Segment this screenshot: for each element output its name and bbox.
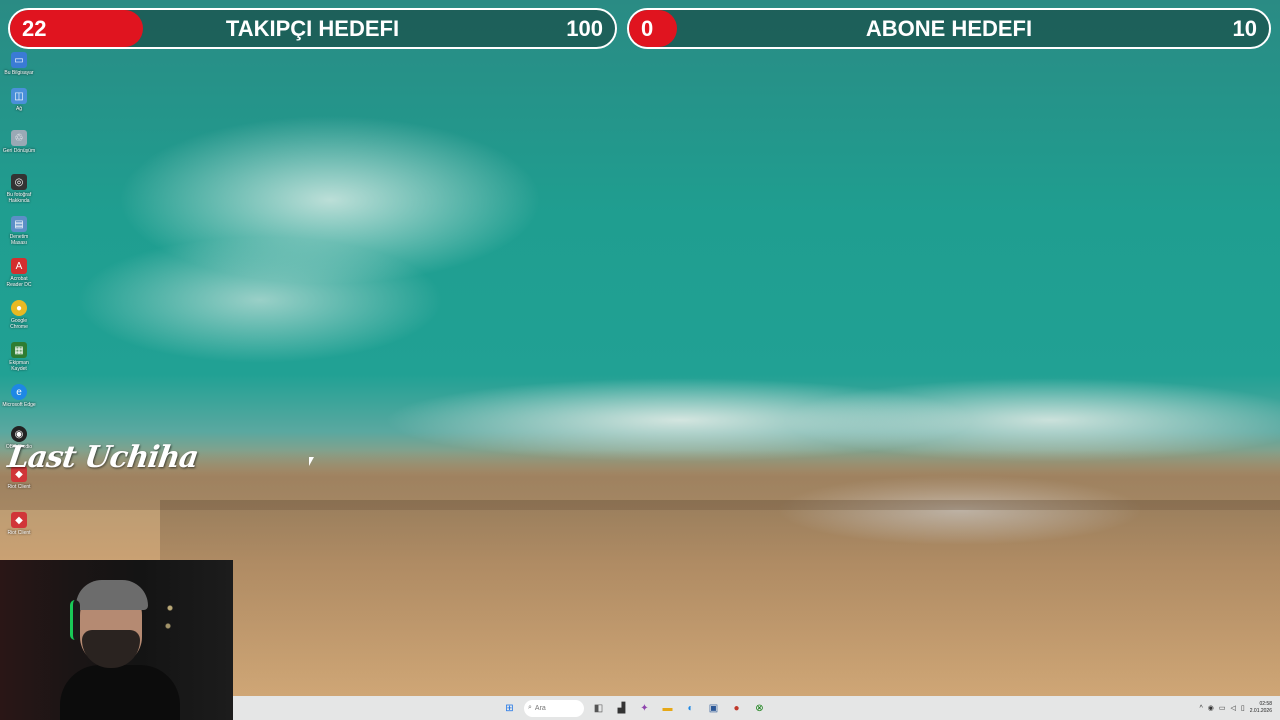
desktop-icon-acrobat[interactable]: A Acrobat Reader DC [2, 258, 36, 298]
chevron-up-icon[interactable]: ^ [1199, 705, 1202, 712]
mouse-cursor [309, 457, 314, 466]
explorer-icon[interactable]: ▬ [659, 700, 676, 717]
search-icon: ⌕ [528, 704, 532, 711]
desktop-icon-chrome[interactable]: ● Google Chrome [2, 300, 36, 340]
subscriber-goal-target: 10 [1232, 16, 1257, 41]
desktop-icon-recycle-bin[interactable]: ♲ Geri Dönüşüm [2, 130, 36, 170]
desktop-icon-label: Denetim Masası [9, 234, 29, 246]
camera-icon: ◎ [11, 174, 27, 190]
subscriber-goal-title: ABONE HEDEFI [865, 16, 1033, 41]
taskbar-search[interactable]: ⌕ Ara [524, 699, 584, 717]
desktop-icon-label: Ekipman Kaydet [9, 360, 29, 372]
headset-icon [70, 600, 80, 640]
desktop-icon-label: Microsoft Edge [2, 402, 36, 408]
tray-app-icon[interactable]: ◉ [1208, 704, 1214, 712]
follower-goal-title: TAKIPÇI HEDEFI [225, 16, 400, 41]
network-status-icon[interactable]: ▭ [1219, 704, 1226, 712]
desktop-icon-edge[interactable]: e Microsoft Edge [2, 384, 36, 424]
edge-icon: e [11, 384, 27, 400]
store-icon[interactable]: ▣ [705, 700, 722, 717]
chrome-icon: ● [11, 300, 27, 316]
wallpaper-shadow [160, 500, 1280, 700]
desktop-icon-label: Riot Client [7, 530, 31, 536]
desktop-icon-this-pc[interactable]: ▭ Bu Bilgisayar [2, 52, 36, 92]
desktop-icon-photo[interactable]: ◎ Bu fotoğraf Hakkında [2, 174, 36, 214]
desktop-icon-label: Ağ [15, 106, 23, 112]
acrobat-icon: A [11, 258, 27, 274]
files-icon[interactable]: ▟ [613, 700, 630, 717]
streamer-watermark: Last Uchiha [5, 440, 201, 475]
desktop-icon-riot-2[interactable]: ◆ Riot Client [2, 512, 36, 552]
streamer-cap [76, 580, 148, 610]
subscriber-goal-bar: 0 ABONE HEDEFI 10 [627, 8, 1271, 49]
copilot-icon[interactable]: ✦ [636, 700, 653, 717]
game-icon[interactable]: ● [728, 700, 745, 717]
computer-icon: ▭ [11, 52, 27, 68]
app-icon: ▦ [11, 342, 27, 358]
network-icon: ◫ [11, 88, 27, 104]
desktop-icon-label: Geri Dönüşüm [2, 148, 36, 154]
control-panel-icon: ▤ [11, 216, 27, 232]
desktop-icon-label: Acrobat Reader DC [6, 276, 32, 288]
streamer-body [60, 665, 180, 720]
desktop-icon-app[interactable]: ▦ Ekipman Kaydet [2, 342, 36, 382]
search-placeholder: Ara [534, 704, 546, 712]
battery-icon[interactable]: ▯ [1241, 704, 1245, 712]
fairy-lights [160, 590, 180, 650]
desktop-icon-label: Bu Bilgisayar [4, 70, 34, 76]
system-tray: ^ ◉ ▭ ◁ ▯ 02:58 2.01.2026 [1199, 699, 1272, 717]
taskbar-clock[interactable]: 02:58 2.01.2026 [1250, 701, 1272, 715]
riot-icon: ◆ [11, 512, 27, 528]
recycle-bin-icon: ♲ [11, 130, 27, 146]
volume-icon[interactable]: ◁ [1231, 704, 1236, 712]
taskbar: ⊞ ⌕ Ara ◧ ▟ ✦ ▬ ◐ ▣ ● ⊗ ^ ◉ ▭ ◁ ▯ 02:58 … [233, 696, 1280, 720]
webcam-overlay [0, 560, 233, 720]
desktop-icon-label: Bu fotoğraf Hakkında [6, 192, 32, 204]
task-view-icon[interactable]: ◧ [590, 700, 607, 717]
taskbar-apps: ⊞ ⌕ Ara ◧ ▟ ✦ ▬ ◐ ▣ ● ⊗ [501, 699, 768, 717]
start-icon[interactable]: ⊞ [501, 700, 518, 717]
desktop-icon-control-panel[interactable]: ▤ Denetim Masası [2, 216, 36, 256]
desktop-icon-network[interactable]: ◫ Ağ [2, 88, 36, 128]
edge-icon[interactable]: ◐ [682, 700, 699, 717]
clock-time: 02:58 [1259, 701, 1272, 707]
follower-goal-bar: 22 TAKIPÇI HEDEFI 100 [8, 8, 617, 49]
xbox-icon[interactable]: ⊗ [751, 700, 768, 717]
desktop-icon-label: Google Chrome [10, 318, 28, 330]
desktop-icon-label: Riot Client [7, 484, 31, 490]
follower-goal-target: 100 [566, 16, 603, 41]
clock-date: 2.01.2026 [1249, 708, 1272, 714]
